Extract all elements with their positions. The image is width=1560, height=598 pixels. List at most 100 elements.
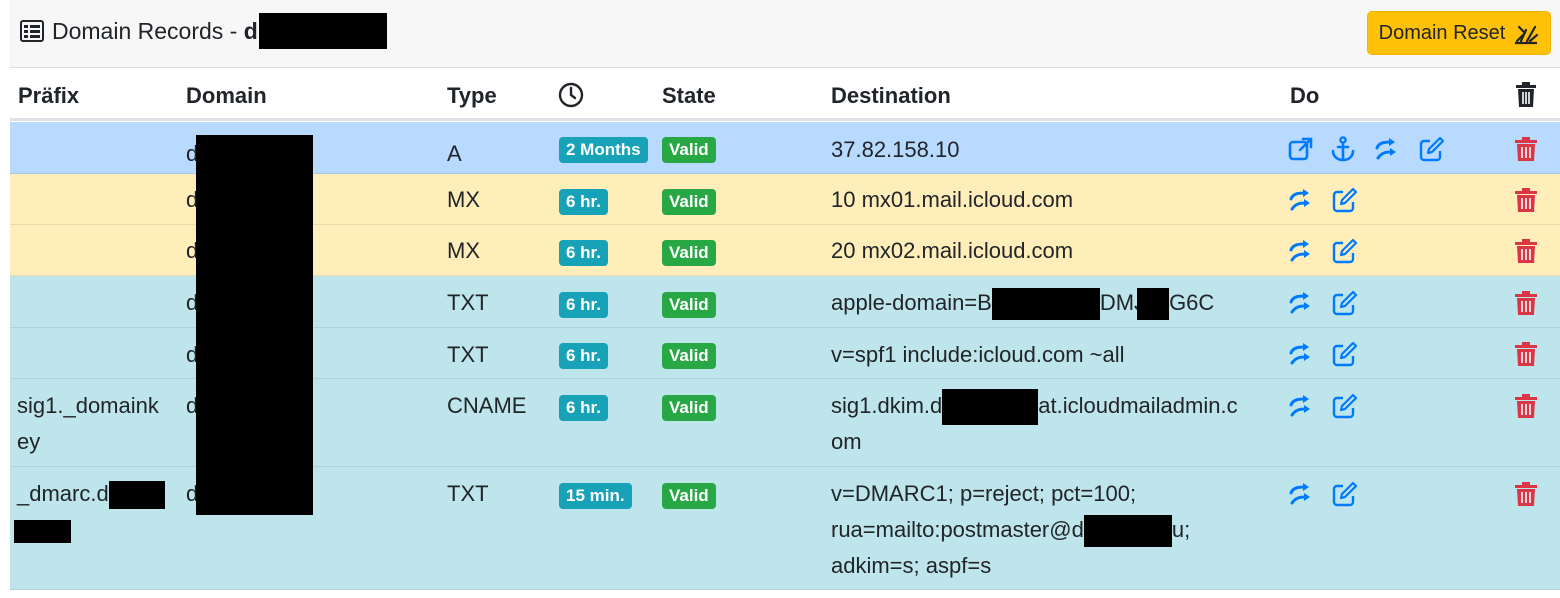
share-icon xyxy=(1289,240,1310,262)
share-button[interactable] xyxy=(1288,187,1314,213)
trash-icon xyxy=(1515,482,1537,506)
prefix-cell: _dmarc.d xyxy=(17,476,165,512)
edit-button[interactable] xyxy=(1332,187,1358,213)
share-icon xyxy=(1289,483,1310,505)
delete-button[interactable] xyxy=(1513,393,1539,419)
ttl-badge: 6 hr. xyxy=(559,189,608,215)
col-domain: Domain xyxy=(186,83,267,108)
anchor-icon xyxy=(1331,136,1355,162)
share-icon xyxy=(1289,292,1310,314)
edit-icon xyxy=(1332,238,1358,264)
col-prefix: Präfix xyxy=(18,83,80,108)
share-button[interactable] xyxy=(1288,238,1314,264)
status-badge: Valid xyxy=(662,292,716,318)
trash-icon xyxy=(1515,137,1537,161)
edit-button[interactable] xyxy=(1332,481,1358,507)
destination-cell: v=DMARC1; p=reject; pct=100; xyxy=(831,481,1137,506)
delete-button[interactable] xyxy=(1513,481,1539,507)
prefix-cell: sig1._domaink xyxy=(17,393,159,418)
share-icon xyxy=(1289,343,1310,365)
redaction xyxy=(196,135,313,515)
ttl-badge: 6 hr. xyxy=(559,240,608,266)
title-domain: d xyxy=(243,17,258,44)
col-type: Type xyxy=(447,83,497,108)
share-button[interactable] xyxy=(1374,136,1400,162)
status-badge: Valid xyxy=(662,483,716,509)
share-icon xyxy=(1289,395,1310,417)
redaction xyxy=(1137,288,1170,321)
destination-part: G6C xyxy=(1169,290,1215,315)
delete-button[interactable] xyxy=(1513,341,1539,367)
destination-cell-cont: om xyxy=(831,429,862,454)
prefix-cell-cont: ey xyxy=(17,429,41,454)
card-header: Domain Records - d Domain Reset xyxy=(10,0,1560,68)
destination-cell: v=spf1 include:icloud.com ~all xyxy=(831,342,1125,367)
table-header: Präfix Domain Type State Destination Do xyxy=(10,69,1560,121)
share-button[interactable] xyxy=(1288,481,1314,507)
edit-icon xyxy=(1332,290,1358,316)
share-button[interactable] xyxy=(1288,341,1314,367)
redaction xyxy=(1083,515,1172,548)
edit-button[interactable] xyxy=(1332,290,1358,316)
status-badge: Valid xyxy=(662,343,716,369)
ttl-badge: 6 hr. xyxy=(559,292,608,318)
destination-part: at.icloudmailadmin.c xyxy=(1038,393,1238,418)
status-badge: Valid xyxy=(662,240,716,266)
trash-icon xyxy=(1515,394,1537,418)
destination-part: u; xyxy=(1171,517,1191,542)
col-state: State xyxy=(662,83,716,108)
destination-cell: 10 mx01.mail.icloud.com xyxy=(831,187,1074,212)
redaction xyxy=(14,520,71,543)
open-link-button[interactable] xyxy=(1288,136,1314,162)
ttl-badge: 15 min. xyxy=(559,483,632,509)
share-button[interactable] xyxy=(1288,393,1314,419)
clock-icon xyxy=(558,82,584,108)
destination-cell: 20 mx02.mail.icloud.com xyxy=(831,238,1074,263)
delete-button[interactable] xyxy=(1513,290,1539,316)
destination-part: apple-domain=B xyxy=(831,290,992,315)
domain-records-card: Domain Records - d Domain Reset Präfix D… xyxy=(10,0,1560,598)
edit-button[interactable] xyxy=(1332,341,1358,367)
prefix-part: _dmarc.d xyxy=(17,481,109,506)
edit-icon xyxy=(1332,187,1358,213)
trash-icon xyxy=(1515,188,1537,212)
trash-icon xyxy=(1515,342,1537,366)
edit-button[interactable] xyxy=(1332,393,1358,419)
type-cell: MX xyxy=(447,187,480,212)
share-icon xyxy=(1289,189,1310,211)
edit-icon xyxy=(1332,393,1358,419)
type-cell: A xyxy=(447,141,462,166)
delete-button[interactable] xyxy=(1513,238,1539,264)
type-cell: MX xyxy=(447,238,480,263)
destination-cell-cont: rua=mailto:postmaster@d u; xyxy=(831,512,1190,548)
destination-cell: 37.82.158.10 xyxy=(831,137,960,162)
edit-button[interactable] xyxy=(1332,238,1358,264)
status-badge: Valid xyxy=(662,137,716,163)
col-destination: Destination xyxy=(831,83,951,108)
redaction xyxy=(258,13,387,49)
title-prefix: Domain Records - xyxy=(52,17,238,44)
list-icon xyxy=(20,20,44,42)
edit-icon xyxy=(1332,341,1358,367)
delete-button[interactable] xyxy=(1513,136,1539,162)
destination-part: sig1.dkim.d xyxy=(831,393,943,418)
ttl-badge: 6 hr. xyxy=(559,343,608,369)
edit-button[interactable] xyxy=(1419,136,1445,162)
share-icon xyxy=(1375,138,1396,160)
type-cell: TXT xyxy=(447,481,489,506)
type-cell: TXT xyxy=(447,342,489,367)
ttl-badge: 2 Months xyxy=(559,137,648,163)
page-title: Domain Records - d xyxy=(20,13,387,49)
domain-reset-button[interactable]: Domain Reset xyxy=(1367,11,1551,55)
share-button[interactable] xyxy=(1288,290,1314,316)
delete-button[interactable] xyxy=(1513,187,1539,213)
destination-part: rua=mailto:postmaster@d xyxy=(831,517,1084,542)
trash-icon[interactable] xyxy=(1515,82,1537,108)
domain-reset-label: Domain Reset xyxy=(1378,21,1506,44)
edit-icon xyxy=(1419,136,1445,162)
anchor-button[interactable] xyxy=(1330,136,1356,162)
edit-icon xyxy=(1332,481,1358,507)
destination-cell-cont: adkim=s; aspf=s xyxy=(831,553,992,578)
redaction xyxy=(108,481,165,510)
external-link-icon xyxy=(1288,137,1313,161)
